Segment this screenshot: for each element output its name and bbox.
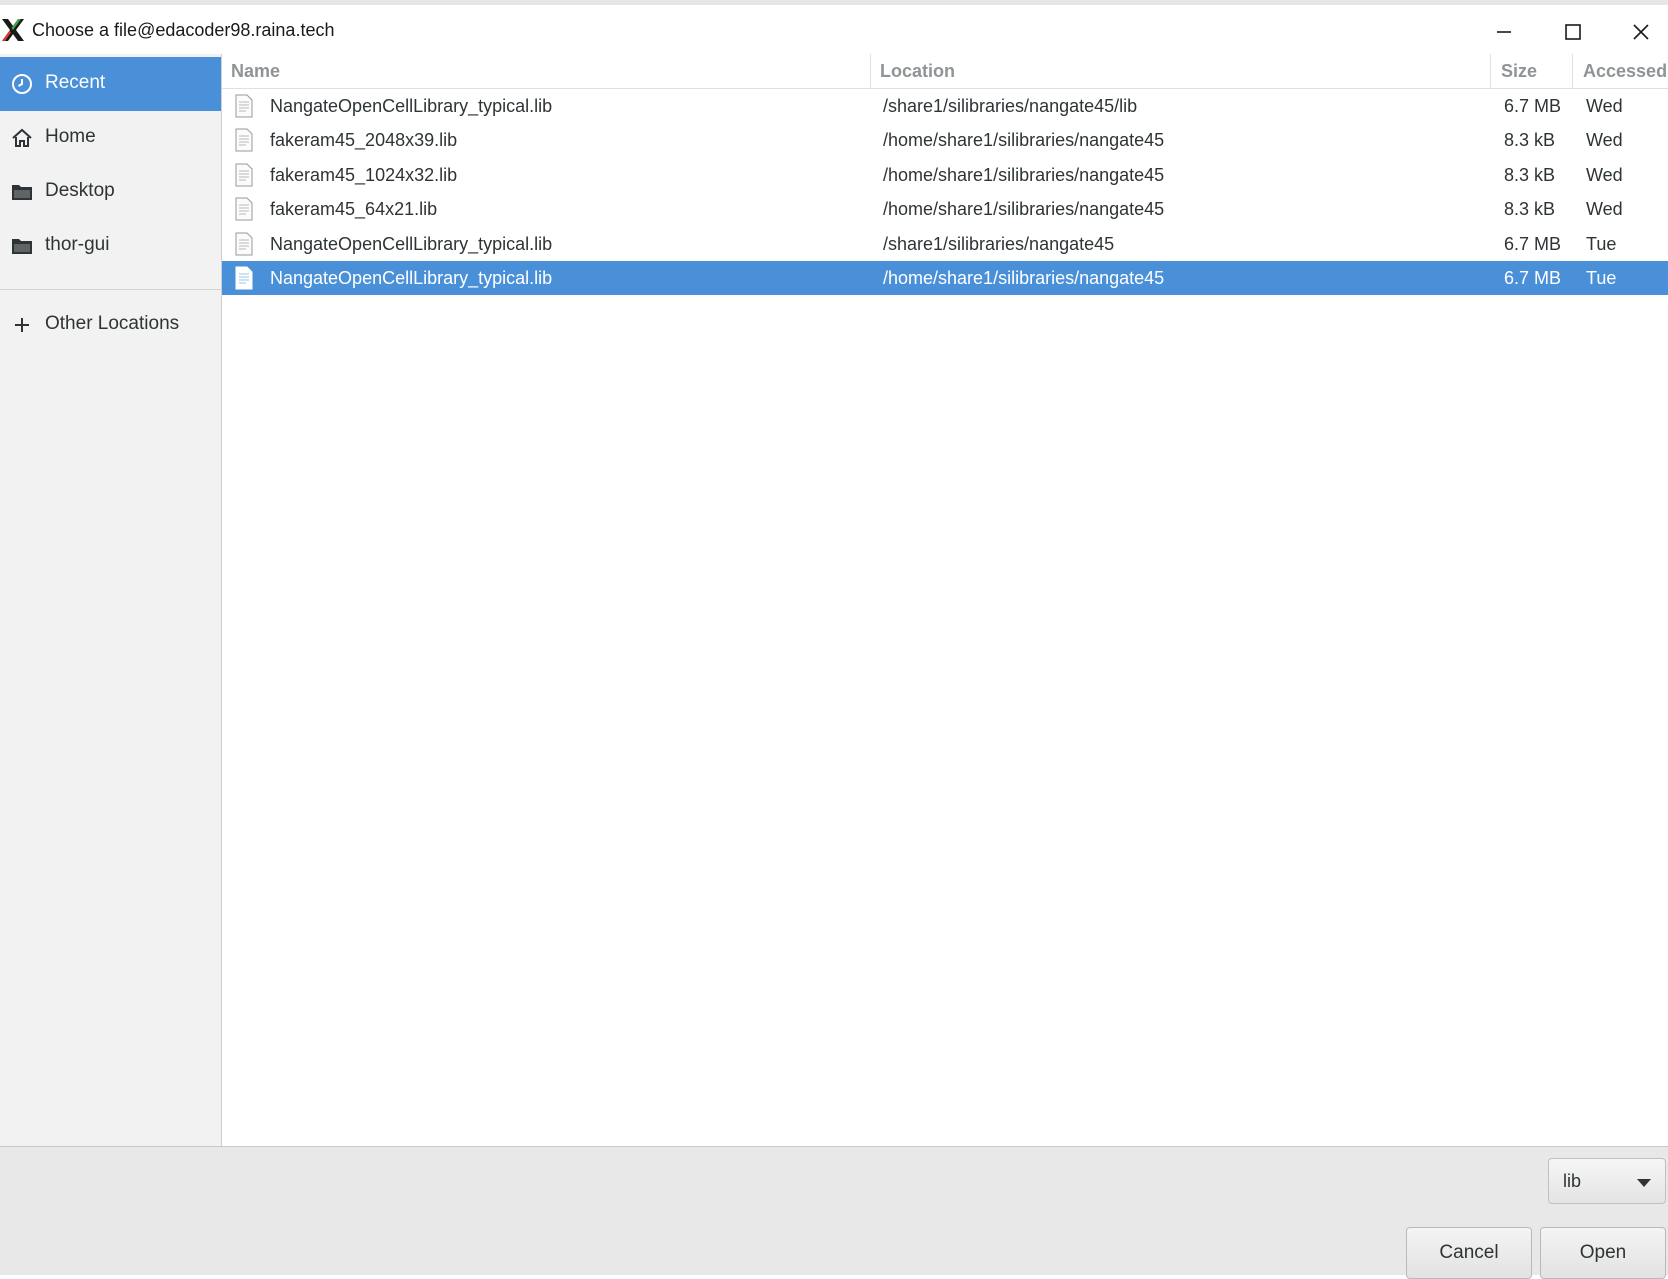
file-name: fakeram45_2048x39.lib — [270, 130, 458, 150]
column-header-accessed[interactable]: Accessed — [1583, 54, 1667, 88]
cancel-button[interactable]: Cancel — [1406, 1227, 1532, 1279]
sidebar-item-label: Recent — [45, 72, 106, 93]
minimize-icon — [1497, 31, 1511, 33]
file-accessed: Wed — [1586, 199, 1623, 219]
column-header-location[interactable]: Location — [880, 54, 955, 88]
clock-icon — [12, 74, 32, 94]
open-button[interactable]: Open — [1540, 1227, 1666, 1279]
file-type-filter-dropdown[interactable]: lib — [1548, 1158, 1666, 1204]
file-location: /home/share1/silibraries/nangate45 — [883, 165, 1165, 185]
sidebar-item-label: thor-gui — [45, 234, 110, 255]
file-size: 6.7 MB — [1504, 234, 1562, 254]
minimize-button[interactable] — [1489, 17, 1519, 47]
sidebar-item-other-locations[interactable]: Other Locations — [0, 298, 221, 352]
file-location: /share1/silibraries/nangate45 — [883, 234, 1115, 254]
column-header-size[interactable]: Size — [1501, 54, 1537, 88]
folder-icon — [12, 239, 32, 254]
file-accessed: Wed — [1586, 96, 1623, 116]
sidebar-item-label: Desktop — [45, 180, 115, 201]
column-header-name[interactable]: Name — [231, 54, 280, 88]
places-sidebar: Recent Home Desktop thor-gui Other Locat… — [0, 54, 222, 1146]
file-size: 8.3 kB — [1504, 165, 1556, 185]
file-location: /home/share1/silibraries/nangate45 — [883, 199, 1165, 219]
file-list: Name Location Size Accessed NangateOpenC… — [222, 54, 1668, 1146]
column-header-row: Name Location Size Accessed — [222, 54, 1668, 89]
file-size: 6.7 MB — [1504, 268, 1562, 288]
file-name: fakeram45_1024x32.lib — [270, 165, 458, 185]
sidebar-item-label: Home — [45, 126, 96, 147]
text-file-icon — [235, 163, 253, 187]
column-divider[interactable] — [870, 54, 871, 88]
sidebar-item-desktop[interactable]: Desktop — [0, 165, 221, 219]
file-name: NangateOpenCellLibrary_typical.lib — [270, 234, 553, 254]
text-file-icon — [235, 197, 253, 221]
sidebar-item-thor-gui[interactable]: thor-gui — [0, 219, 221, 273]
file-location: /home/share1/silibraries/nangate45 — [883, 130, 1165, 150]
file-size: 8.3 kB — [1504, 130, 1556, 150]
table-row-selected[interactable]: NangateOpenCellLibrary_typical.lib /home… — [222, 261, 1668, 295]
file-name: NangateOpenCellLibrary_typical.lib — [270, 268, 553, 288]
file-accessed: Wed — [1586, 165, 1623, 185]
sidebar-separator — [0, 289, 221, 290]
file-accessed: Tue — [1586, 234, 1617, 254]
file-name: fakeram45_64x21.lib — [270, 199, 438, 219]
x-logo-icon — [2, 19, 24, 41]
table-row[interactable]: NangateOpenCellLibrary_typical.lib /shar… — [222, 89, 1668, 123]
window-title: Choose a file@edacoder98.raina.tech — [32, 20, 335, 40]
table-row[interactable]: fakeram45_64x21.lib /home/share1/silibra… — [222, 192, 1668, 226]
sidebar-item-label: Other Locations — [45, 313, 180, 334]
home-icon — [12, 128, 32, 147]
column-divider[interactable] — [1490, 54, 1491, 88]
text-file-icon — [235, 128, 253, 152]
sidebar-item-recent[interactable]: Recent — [0, 57, 221, 111]
text-file-icon — [235, 94, 253, 118]
file-size: 8.3 kB — [1504, 199, 1556, 219]
chevron-down-icon — [1637, 1179, 1651, 1187]
column-divider[interactable] — [1572, 54, 1573, 88]
dialog-footer: lib Cancel Open — [0, 1146, 1668, 1279]
file-name: NangateOpenCellLibrary_typical.lib — [270, 96, 553, 116]
folder-icon — [12, 185, 32, 200]
close-button[interactable] — [1626, 17, 1656, 47]
plus-icon — [15, 318, 29, 332]
close-icon — [1633, 24, 1649, 40]
sidebar-item-home[interactable]: Home — [0, 111, 221, 165]
text-file-icon — [235, 232, 253, 256]
file-location: /share1/silibraries/nangate45/lib — [883, 96, 1138, 116]
file-size: 6.7 MB — [1504, 96, 1562, 116]
maximize-icon — [1565, 24, 1581, 40]
file-location: /home/share1/silibraries/nangate45 — [883, 268, 1165, 288]
title-bar: Choose a file@edacoder98.raina.tech — [0, 0, 1668, 54]
file-accessed: Wed — [1586, 130, 1623, 150]
table-row[interactable]: NangateOpenCellLibrary_typical.lib /shar… — [222, 227, 1668, 261]
maximize-button[interactable] — [1558, 17, 1588, 47]
text-file-icon — [235, 266, 253, 290]
table-row[interactable]: fakeram45_1024x32.lib /home/share1/silib… — [222, 158, 1668, 192]
file-accessed: Tue — [1586, 268, 1617, 288]
filter-value: lib — [1563, 1171, 1582, 1191]
table-row[interactable]: fakeram45_2048x39.lib /home/share1/silib… — [222, 123, 1668, 157]
